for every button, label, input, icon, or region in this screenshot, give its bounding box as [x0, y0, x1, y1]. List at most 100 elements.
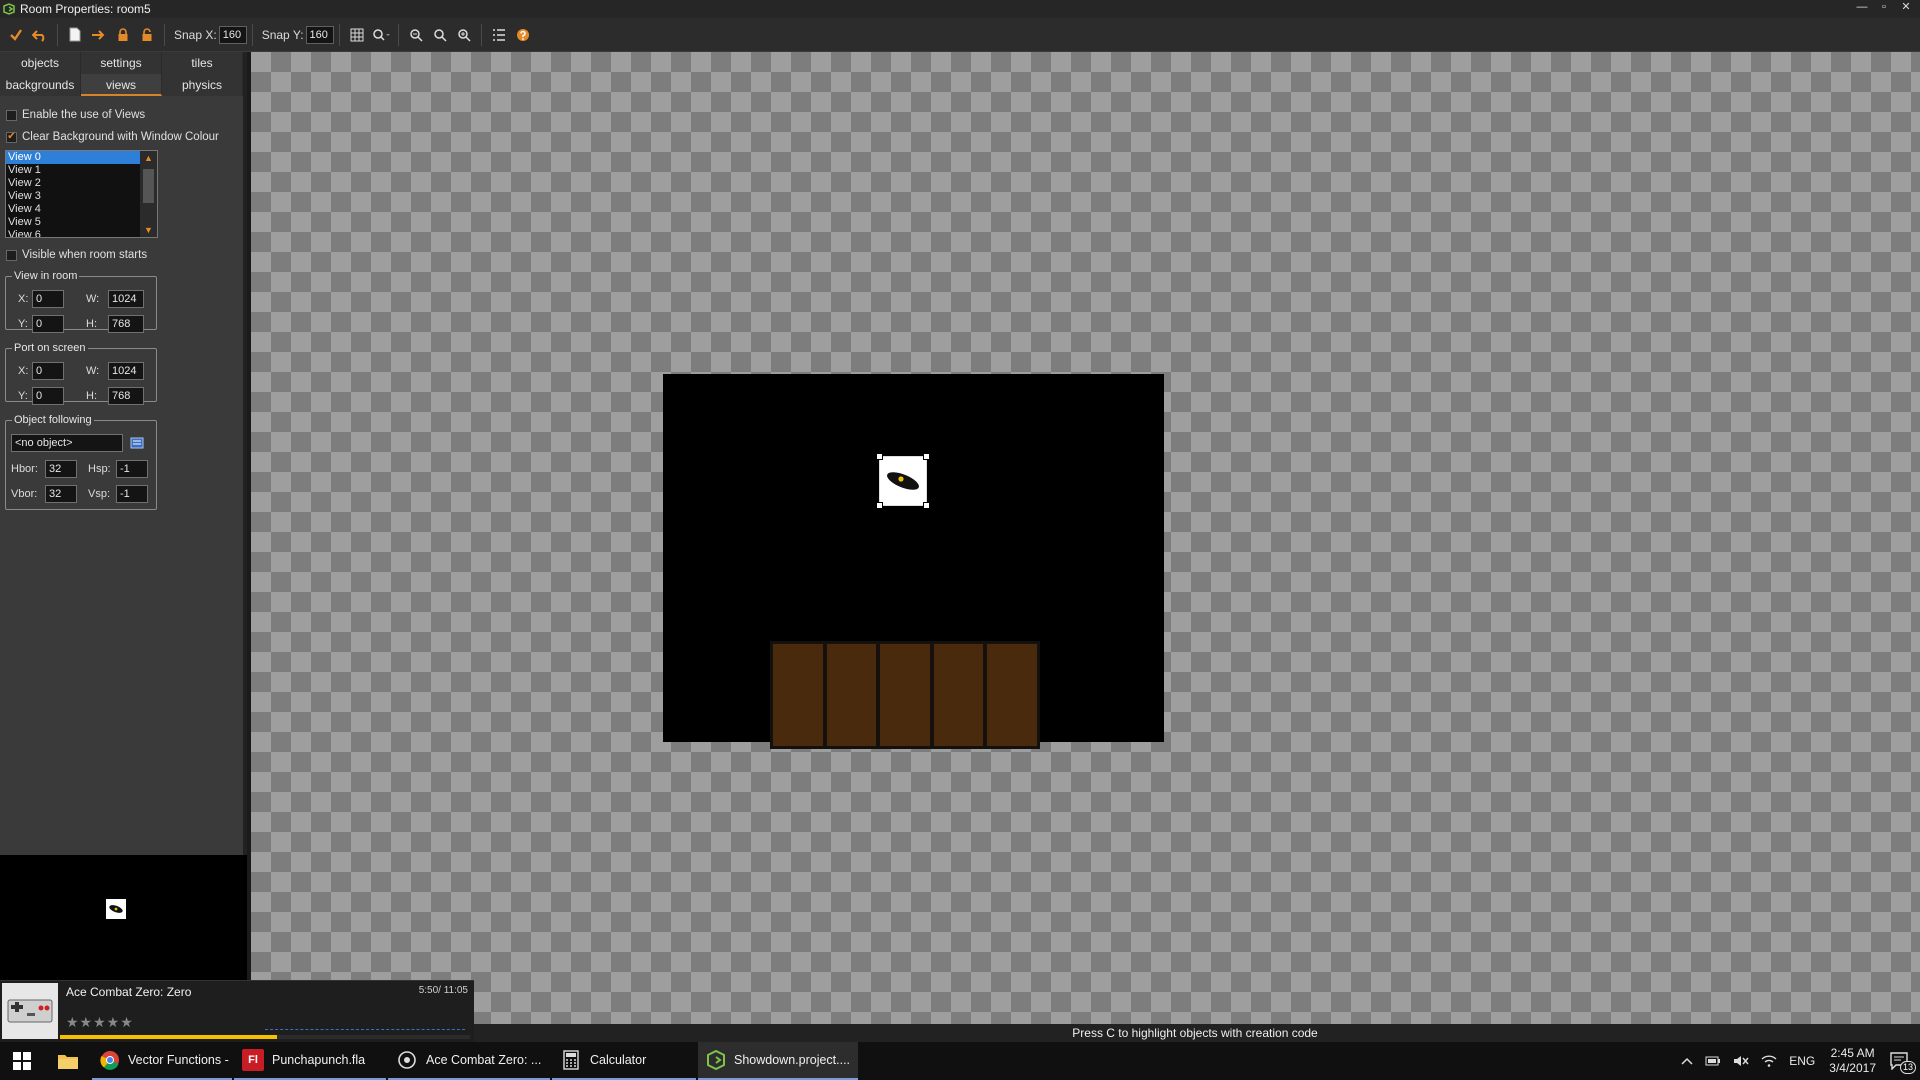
resize-handle[interactable] — [876, 453, 883, 460]
task-label: Vector Functions - ... — [128, 1053, 232, 1067]
visible-on-start-row[interactable]: Visible when room starts — [0, 246, 147, 264]
port-x-input[interactable]: 0 — [32, 362, 64, 380]
platform-block[interactable] — [825, 643, 878, 747]
volume-muted-icon[interactable] — [1733, 1055, 1749, 1067]
window-title: Room Properties: room5 — [20, 2, 151, 16]
rating-stars[interactable]: ★★★★★ — [66, 1014, 134, 1031]
view-w-row: W: 1024 — [86, 290, 144, 308]
minimize-button[interactable]: — — [1852, 0, 1872, 14]
room-settings-list-icon[interactable] — [489, 25, 509, 45]
view-list-scrollbar[interactable]: ▲ ▼ — [140, 151, 157, 237]
view-h-input[interactable]: 768 — [108, 315, 144, 333]
clear-background-row[interactable]: ✔ Clear Background with Window Colour — [0, 128, 243, 146]
tab-views[interactable]: views — [81, 74, 162, 96]
close-button[interactable]: ✕ — [1896, 0, 1916, 14]
visible-on-start-checkbox[interactable] — [6, 249, 17, 261]
tab-physics[interactable]: physics — [162, 74, 243, 96]
enable-views-checkbox[interactable] — [6, 109, 17, 121]
tab-objects[interactable]: objects — [0, 52, 81, 74]
scroll-down-arrow-icon[interactable]: ▼ — [140, 223, 157, 237]
object-following-select[interactable]: <no object> — [11, 434, 123, 452]
list-item[interactable]: View 6 — [6, 229, 140, 237]
port-w-input[interactable]: 1024 — [108, 362, 144, 380]
port-h-input[interactable]: 768 — [108, 387, 144, 405]
list-item[interactable]: View 0 — [6, 151, 140, 164]
clear-room-icon[interactable] — [65, 25, 85, 45]
platform-block[interactable] — [772, 643, 824, 747]
player-instance[interactable] — [876, 453, 930, 509]
help-icon[interactable] — [513, 25, 533, 45]
vbor-input[interactable]: 32 — [45, 485, 77, 503]
hsp-input[interactable]: -1 — [116, 460, 148, 478]
list-item[interactable]: View 3 — [6, 190, 140, 203]
room-canvas[interactable] — [251, 52, 1920, 1024]
list-item[interactable]: View 1 — [6, 164, 140, 177]
zoom-reset-icon[interactable] — [430, 25, 450, 45]
resize-handle[interactable] — [923, 502, 930, 509]
taskbar-item-calculator[interactable]: Calculator — [552, 1042, 696, 1080]
object-menu-icon[interactable] — [129, 435, 145, 451]
list-item[interactable]: View 5 — [6, 216, 140, 229]
unlock-icon[interactable] — [137, 25, 157, 45]
port-y-input[interactable]: 0 — [32, 387, 64, 405]
clock-date: 3/4/2017 — [1829, 1061, 1876, 1075]
tab-row-1: objects settings tiles — [0, 52, 243, 74]
object-following-row: <no object> — [11, 434, 145, 452]
snap-y-input[interactable]: 160 — [305, 25, 334, 44]
language-indicator[interactable]: ENG — [1789, 1054, 1815, 1068]
tab-backgrounds[interactable]: backgrounds — [0, 74, 81, 96]
view-x-input[interactable]: 0 — [32, 290, 64, 308]
list-item[interactable]: View 2 — [6, 177, 140, 190]
shift-instances-icon[interactable] — [89, 25, 109, 45]
view-w-input[interactable]: 1024 — [108, 290, 144, 308]
taskbar-item-gamemaker[interactable]: Showdown.project.... — [698, 1042, 858, 1080]
hbor-input[interactable]: 32 — [45, 460, 77, 478]
player-sprite-icon — [106, 899, 126, 919]
port-y-label: Y: — [18, 390, 28, 402]
scroll-up-arrow-icon[interactable]: ▲ — [140, 151, 157, 165]
maximize-button[interactable]: ▫ — [1874, 0, 1894, 14]
tray-overflow-chevron-icon[interactable] — [1681, 1057, 1693, 1065]
playback-progress[interactable] — [60, 1035, 470, 1039]
view-list[interactable]: View 0 View 1 View 2 View 3 View 4 View … — [5, 150, 158, 238]
snap-y-label: Snap Y: — [261, 27, 304, 42]
enable-views-row[interactable]: Enable the use of Views — [0, 106, 243, 124]
zoom-in-icon[interactable] — [454, 25, 474, 45]
wifi-icon[interactable] — [1761, 1055, 1777, 1067]
zoom-out-icon[interactable] — [406, 25, 426, 45]
platform-block[interactable] — [986, 643, 1038, 747]
enable-views-label: Enable the use of Views — [22, 109, 146, 121]
port-w-row: W: 1024 — [86, 362, 144, 380]
view-y-input[interactable]: 0 — [32, 315, 64, 333]
flash-icon: Fl — [242, 1049, 264, 1071]
port-w-label: W: — [86, 365, 100, 377]
taskbar-item-chrome[interactable]: Vector Functions - ... — [92, 1042, 232, 1080]
zoom-dropdown-icon[interactable] — [371, 25, 391, 45]
platform-tiles[interactable] — [770, 641, 1040, 749]
port-x-row: X: 0 — [18, 362, 64, 380]
toolbar: Snap X: 160 Snap Y: 160 — [0, 18, 1920, 52]
tab-settings[interactable]: settings — [81, 52, 162, 74]
grid-toggle-icon[interactable] — [347, 25, 367, 45]
vsp-input[interactable]: -1 — [116, 485, 148, 503]
taskbar-item-media-player[interactable]: Ace Combat Zero: ... — [388, 1042, 550, 1080]
file-explorer-button[interactable] — [44, 1042, 92, 1080]
snap-x-input[interactable]: 160 — [218, 25, 247, 44]
undo-icon[interactable] — [30, 25, 50, 45]
lock-icon[interactable] — [113, 25, 133, 45]
start-button[interactable] — [0, 1042, 44, 1080]
platform-block[interactable] — [932, 643, 985, 747]
clear-background-checkbox[interactable]: ✔ — [6, 131, 17, 143]
list-item[interactable]: View 4 — [6, 203, 140, 216]
taskbar-item-flash[interactable]: Fl Punchapunch.fla — [234, 1042, 386, 1080]
resize-handle[interactable] — [876, 502, 883, 509]
scroll-thumb[interactable] — [143, 169, 154, 203]
clock[interactable]: 2:45 AM 3/4/2017 — [1829, 1046, 1876, 1076]
tab-tiles[interactable]: tiles — [162, 52, 243, 74]
ok-checkmark-icon[interactable] — [6, 25, 26, 45]
resize-handle[interactable] — [923, 453, 930, 460]
media-player-popup[interactable]: Ace Combat Zero: Zero 5:50/ 11:05 ★★★★★ — [0, 980, 474, 1042]
battery-icon[interactable] — [1705, 1056, 1721, 1066]
platform-block[interactable] — [879, 643, 931, 747]
action-center-icon[interactable]: 13 — [1890, 1052, 1916, 1074]
